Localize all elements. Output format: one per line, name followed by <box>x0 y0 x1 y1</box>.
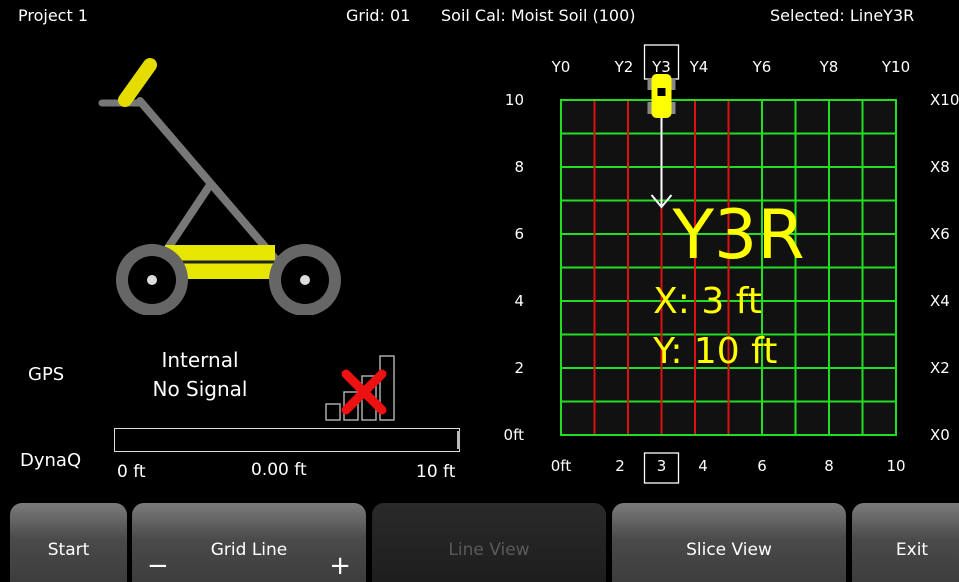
x-position-readout: X: 3 ft <box>653 281 762 322</box>
top-axis-label-y4: Y4 <box>689 58 709 76</box>
slice-view-button[interactable]: Slice View <box>612 503 846 582</box>
grid-line-button[interactable]: Grid Line − + <box>132 503 366 582</box>
top-axis-label-y6: Y6 <box>752 58 772 76</box>
dynaq-progress-bar <box>114 428 460 452</box>
gps-status: Internal No Signal <box>140 346 260 404</box>
dynaq-progress-end <box>457 431 460 449</box>
gps-source: Internal <box>161 348 239 372</box>
gps-signal-text: No Signal <box>152 377 248 401</box>
bottom-axis-label: 10 <box>886 457 905 475</box>
bottom-axis-label: 0ft <box>551 457 572 475</box>
dynaq-value: 0.00 ft <box>251 460 307 480</box>
right-axis-label: X2 <box>930 359 950 377</box>
status-header: Project 1 Grid: 01 Soil Cal: Moist Soil … <box>0 0 959 30</box>
survey-grid[interactable]: Y0 Y2 Y3 Y4 Y6 Y8 Y10 0ft 2 3 4 6 8 10 10 8 6 4 2 0ft X10 X8 X… <box>490 30 959 500</box>
soil-calibration: Soil Cal: Moist Soil (100) <box>441 6 636 25</box>
right-axis-label: X6 <box>930 225 950 243</box>
right-axis-label: X10 <box>930 91 959 109</box>
bottom-axis-label: 8 <box>824 457 834 475</box>
grid-line-minus-button[interactable]: − <box>147 553 169 579</box>
start-button[interactable]: Start <box>10 503 127 582</box>
left-axis-label: 8 <box>514 158 524 176</box>
exit-button[interactable]: Exit <box>852 503 959 582</box>
top-axis-label-y10: Y10 <box>881 58 910 76</box>
right-axis-label: X8 <box>930 158 950 176</box>
exit-label: Exit <box>895 540 929 560</box>
selected-line: Selected: LineY3R <box>770 6 915 25</box>
top-axis-label-y3: Y3 <box>651 58 671 76</box>
left-axis-label: 10 <box>505 91 524 109</box>
start-button-label: Start <box>47 540 90 560</box>
bottom-axis-label: 3 <box>657 457 667 475</box>
y-position-readout: Y: 10 ft <box>652 331 777 372</box>
dynaq-start-label: 0 ft <box>117 462 146 482</box>
left-axis-label: 4 <box>514 292 524 310</box>
dynaq-label: DynaQ <box>20 450 82 471</box>
right-axis-label: X4 <box>930 292 950 310</box>
left-axis-label: 6 <box>514 225 524 243</box>
bottom-axis-label: 2 <box>615 457 625 475</box>
grid-line-plus-button[interactable]: + <box>329 553 351 579</box>
line-view-button[interactable]: Line View <box>372 503 606 582</box>
cart-marker-center <box>657 88 666 96</box>
gpr-cart-icon <box>98 58 341 315</box>
right-axis-label: X0 <box>930 426 950 444</box>
grid-number: Grid: 01 <box>346 6 411 25</box>
gps-label: GPS <box>28 364 65 385</box>
dynaq-end-label: 10 ft <box>416 462 456 482</box>
left-axis-label: 0ft <box>504 426 525 444</box>
top-axis-label-y8: Y8 <box>819 58 839 76</box>
slice-view-label: Slice View <box>686 540 772 560</box>
bottom-axis-label: 4 <box>698 457 708 475</box>
left-axis-label: 2 <box>514 359 524 377</box>
gpr-grid-screen: Project 1 Grid: 01 Soil Cal: Moist Soil … <box>0 0 959 582</box>
line-view-label: Line View <box>448 540 530 560</box>
signal-strength-icon <box>325 355 395 421</box>
top-axis-label-y2: Y2 <box>614 58 634 76</box>
top-axis-label-y0: Y0 <box>551 58 571 76</box>
selected-line-large-label: Y3R <box>672 196 805 275</box>
project-name: Project 1 <box>18 6 89 25</box>
bottom-axis-label: 6 <box>757 457 767 475</box>
